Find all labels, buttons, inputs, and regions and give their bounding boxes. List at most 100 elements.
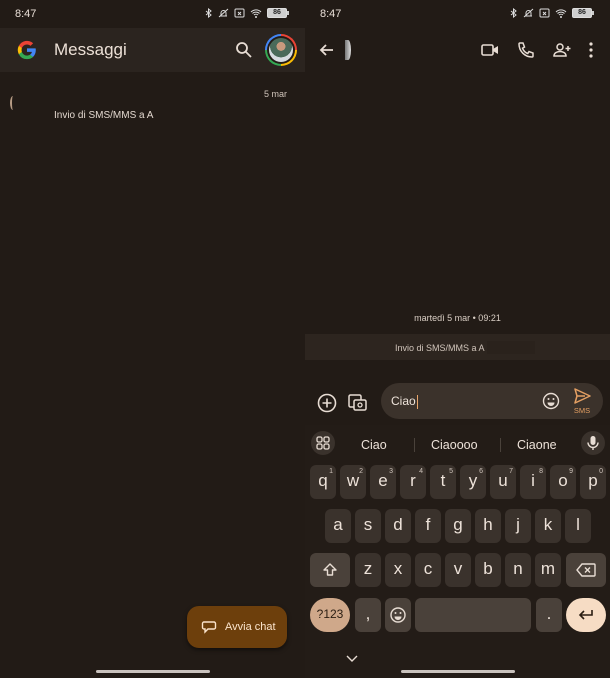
key-g[interactable]: g <box>445 509 471 543</box>
emoji-key[interactable] <box>385 598 411 632</box>
wifi-icon <box>555 9 567 18</box>
symbols-key[interactable]: ?123 <box>310 598 350 632</box>
add-attachment-icon[interactable] <box>316 392 338 414</box>
start-chat-button[interactable]: Avvia chat <box>187 606 287 648</box>
conversation-date: 5 mar <box>263 89 287 99</box>
key-j[interactable]: j <box>505 509 531 543</box>
on-screen-keyboard: Ciao Ciaoooo Ciaone q1w2e3r4t5y6u7i8o9p0… <box>305 425 610 678</box>
add-person-icon[interactable] <box>552 40 572 60</box>
battery-indicator: 86 <box>267 8 289 18</box>
gallery-icon[interactable] <box>347 391 369 413</box>
key-p[interactable]: p0 <box>580 465 606 499</box>
status-icons: 86 <box>510 8 594 18</box>
key-x[interactable]: x <box>385 553 411 587</box>
hide-keyboard-chevron-icon[interactable] <box>345 653 359 663</box>
key-label: e <box>378 471 388 490</box>
grid-icon <box>316 436 330 450</box>
suggestion-3[interactable]: Ciaone <box>517 438 557 452</box>
key-w[interactable]: w2 <box>340 465 366 499</box>
message-input[interactable]: Ciao SMS <box>381 383 603 419</box>
enter-icon <box>578 610 593 620</box>
key-q[interactable]: q1 <box>310 465 336 499</box>
key-label: s <box>363 515 373 534</box>
key-y[interactable]: y6 <box>460 465 486 499</box>
chat-bubble-icon <box>201 621 217 634</box>
more-vert-icon[interactable] <box>584 40 598 60</box>
suggestion-2[interactable]: Ciaoooo <box>431 438 478 452</box>
key-u[interactable]: u7 <box>490 465 516 499</box>
key-r[interactable]: r4 <box>400 465 426 499</box>
key-hint: 4 <box>419 468 423 475</box>
comma-key[interactable]: , <box>355 598 381 632</box>
key-c[interactable]: c <box>415 553 441 587</box>
key-z[interactable]: z <box>355 553 381 587</box>
key-label: , <box>365 604 371 623</box>
key-label: j <box>516 515 520 534</box>
key-d[interactable]: d <box>385 509 411 543</box>
phone-icon[interactable] <box>516 40 536 60</box>
space-key[interactable] <box>415 598 531 632</box>
key-label: m <box>540 559 556 578</box>
backspace-key[interactable] <box>566 553 606 587</box>
key-hint: 5 <box>449 468 453 475</box>
conversation-list-item[interactable]: 5 mar Invio di SMS/MMS a A <box>0 84 305 128</box>
key-n[interactable]: n <box>505 553 531 587</box>
key-b[interactable]: b <box>475 553 501 587</box>
key-o[interactable]: o9 <box>550 465 576 499</box>
keyboard-apps-button[interactable] <box>311 431 335 455</box>
suggestion-1[interactable]: Ciao <box>361 438 387 452</box>
enter-key[interactable] <box>566 598 606 632</box>
key-label: b <box>483 559 493 578</box>
microphone-icon <box>587 436 599 450</box>
profile-photo <box>269 38 293 62</box>
key-k[interactable]: k <box>535 509 561 543</box>
key-m[interactable]: m <box>535 553 561 587</box>
key-h[interactable]: h <box>475 509 501 543</box>
key-label: r <box>410 471 416 490</box>
back-arrow-icon[interactable] <box>317 40 337 60</box>
key-label: w <box>346 471 360 490</box>
key-label: h <box>483 515 493 534</box>
key-label: t <box>440 471 446 490</box>
emoji-icon <box>390 607 406 623</box>
key-t[interactable]: t5 <box>430 465 456 499</box>
account-avatar[interactable] <box>265 34 297 66</box>
conversation-screen: 8:47 86 martedì 5 mar • 09:21 Invio di S… <box>305 0 610 678</box>
date-separator: martedì 5 mar • 09:21 <box>414 313 501 323</box>
send-icon <box>574 388 591 404</box>
shift-key[interactable] <box>310 553 350 587</box>
key-s[interactable]: s <box>355 509 381 543</box>
app-bar: Messaggi <box>0 28 305 72</box>
shift-icon <box>323 563 337 576</box>
status-bar: 8:47 86 <box>0 0 305 28</box>
key-a[interactable]: a <box>325 509 351 543</box>
key-label: q <box>318 471 328 490</box>
key-i[interactable]: i8 <box>520 465 546 499</box>
key-label: i <box>531 471 535 490</box>
gesture-nav-bar[interactable] <box>401 670 515 673</box>
key-hint: 2 <box>359 468 363 475</box>
key-v[interactable]: v <box>445 553 471 587</box>
battery-indicator: 86 <box>572 8 594 18</box>
key-label: l <box>576 515 580 534</box>
key-f[interactable]: f <box>415 509 441 543</box>
conversation-app-bar <box>305 28 610 72</box>
send-sms-button[interactable]: SMS <box>569 387 595 417</box>
key-hint: 8 <box>539 468 543 475</box>
gesture-nav-bar[interactable] <box>96 670 210 673</box>
voice-input-button[interactable] <box>581 431 605 455</box>
video-call-icon[interactable] <box>480 40 500 60</box>
key-e[interactable]: e3 <box>370 465 396 499</box>
key-label: o <box>558 471 568 490</box>
contact-avatar[interactable] <box>345 40 351 60</box>
search-icon[interactable] <box>234 40 254 60</box>
emoji-icon[interactable] <box>542 392 560 410</box>
key-hint: 1 <box>329 468 333 475</box>
key-label: g <box>453 515 463 534</box>
suggestion-divider <box>414 438 415 452</box>
key-label: v <box>453 559 463 578</box>
message-input-text[interactable]: Ciao <box>391 394 418 409</box>
period-key[interactable]: . <box>536 598 562 632</box>
key-label: u <box>498 471 508 490</box>
key-l[interactable]: l <box>565 509 591 543</box>
